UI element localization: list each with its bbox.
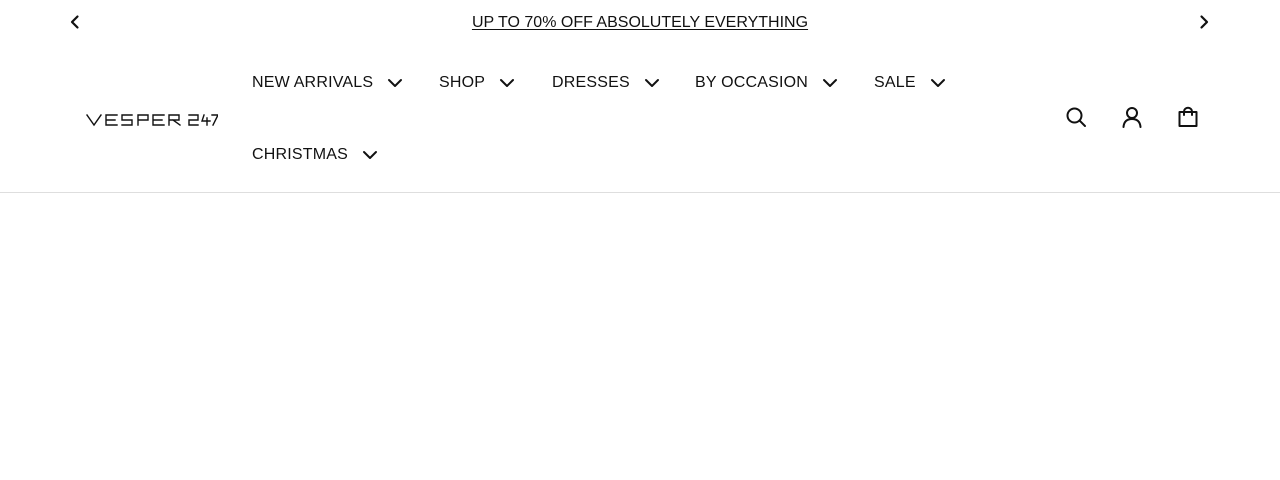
site-header: NEW ARRIVALS SHOP DRESSES BY OCCASION SA… <box>0 48 1280 193</box>
nav-label: NEW ARRIVALS <box>252 74 374 91</box>
search-icon <box>1065 106 1087 133</box>
chevron-down-icon <box>499 78 515 88</box>
chevron-down-icon <box>822 78 838 88</box>
announcement-link[interactable]: UP TO 70% OFF ABSOLUTELY EVERYTHING <box>0 13 1280 33</box>
announcement-bar: UP TO 70% OFF ABSOLUTELY EVERYTHING <box>0 0 1280 48</box>
page-content <box>0 193 1280 480</box>
account-button[interactable] <box>1119 106 1145 132</box>
search-button[interactable] <box>1063 106 1089 132</box>
cart-button[interactable] <box>1175 106 1201 132</box>
nav-label: CHRISTMAS <box>252 146 349 163</box>
nav-item-dresses[interactable]: DRESSES <box>552 65 660 101</box>
chevron-down-icon <box>362 150 378 160</box>
chevron-down-icon <box>930 78 946 88</box>
announcement-next-button[interactable] <box>1192 12 1216 36</box>
chevron-down-icon <box>644 78 660 88</box>
brand-logo[interactable] <box>86 110 218 130</box>
logo-wordmark <box>86 114 218 127</box>
nav-item-by-occasion[interactable]: BY OCCASION <box>695 65 838 101</box>
nav-label: SHOP <box>439 74 486 91</box>
cart-icon <box>1177 106 1199 133</box>
nav-item-new-arrivals[interactable]: NEW ARRIVALS <box>252 65 403 101</box>
nav-item-sale[interactable]: SALE <box>874 65 946 101</box>
nav-item-shop[interactable]: SHOP <box>439 65 515 101</box>
chevron-down-icon <box>387 78 403 88</box>
chevron-right-icon <box>1198 14 1210 35</box>
account-icon <box>1121 106 1143 133</box>
nav-label: SALE <box>874 74 916 91</box>
nav-item-christmas[interactable]: CHRISTMAS <box>252 137 378 173</box>
nav-label: DRESSES <box>552 74 630 91</box>
nav-label: BY OCCASION <box>695 74 809 91</box>
